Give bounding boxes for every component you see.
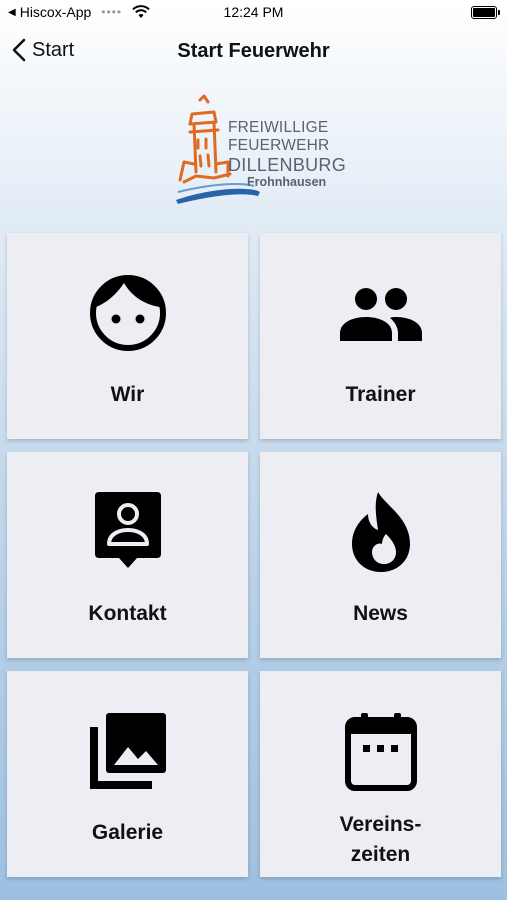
tile-wir[interactable]: Wir [7, 233, 248, 439]
tile-kontakt[interactable]: Kontakt [7, 452, 248, 658]
gallery-icon [89, 713, 166, 789]
people-icon [339, 288, 422, 341]
logo-line-3: DILLENBURG [228, 155, 347, 175]
tile-galerie[interactable]: Galerie [7, 671, 248, 877]
tile-label: News [353, 602, 408, 625]
tile-label: Galerie [91, 821, 164, 844]
tile-trainer[interactable]: Trainer [260, 233, 501, 439]
fire-department-logo: FREIWILLIGE FEUERWEHR DILLENBURG Frohnha… [170, 92, 347, 207]
flame-icon [351, 492, 410, 572]
tile-label: Kontakt [88, 602, 167, 625]
tile-label: Trainer [345, 383, 416, 406]
tile-label-line-2: zeiten [350, 843, 411, 866]
contact-icon [94, 492, 161, 568]
navigation-bar: Start Start Feuerwehr [0, 28, 507, 76]
tile-label: Wir [110, 383, 145, 406]
logo-line-1: FREIWILLIGE [228, 119, 329, 136]
logo-line-2: FEUERWEHR [228, 137, 330, 154]
battery-icon [471, 6, 500, 19]
calendar-icon [344, 713, 417, 791]
status-bar: ◀ Hiscox-App •••• 12:24 PM [0, 0, 507, 28]
page-title: Start Feuerwehr [177, 40, 330, 62]
logo-line-4: Frohnhausen [247, 175, 327, 189]
tile-vereinszeiten[interactable]: Vereins- zeiten [260, 671, 501, 877]
tile-label-line-1: Vereins- [339, 813, 422, 836]
face-icon [89, 275, 166, 351]
tile-news[interactable]: News [260, 452, 501, 658]
status-time: 12:24 PM [223, 4, 284, 20]
